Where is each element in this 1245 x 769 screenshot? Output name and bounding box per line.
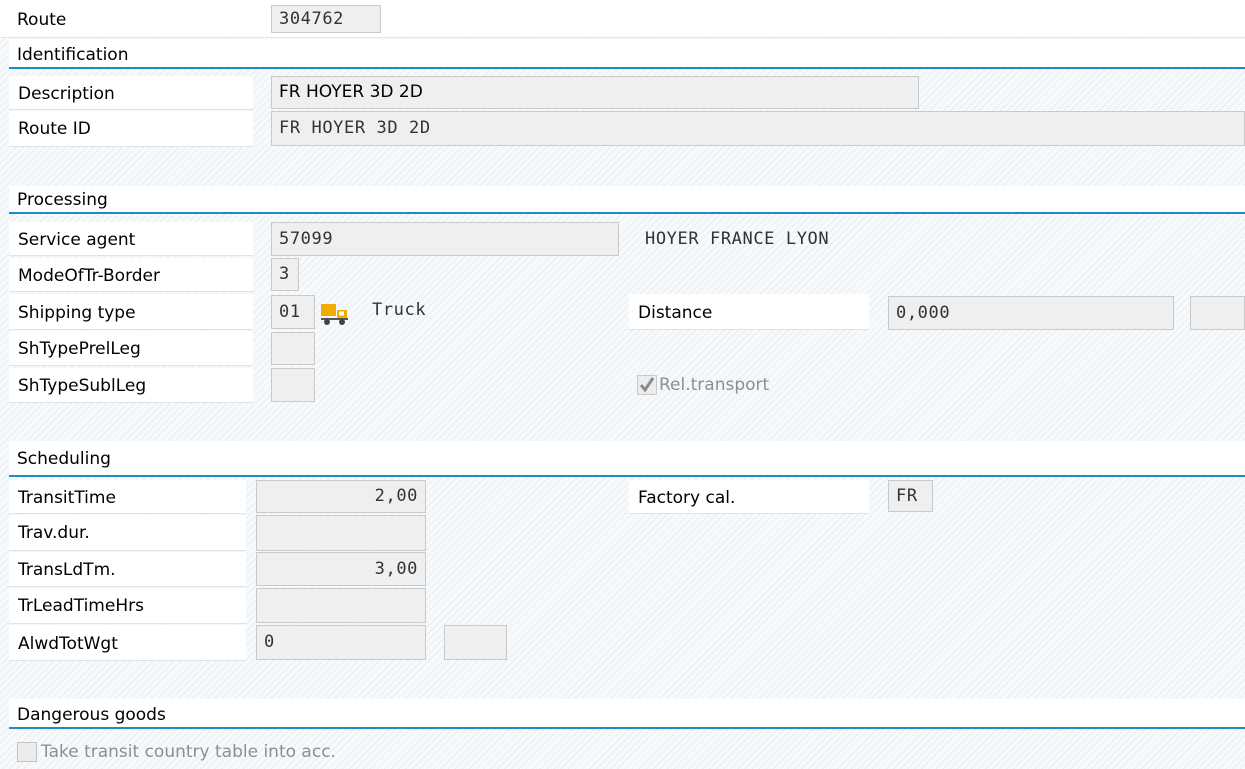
distance-field[interactable]: 0,000 [888, 296, 1174, 330]
truck-icon [320, 302, 350, 326]
service-agent-name: HOYER FRANCE LYON [645, 229, 830, 249]
processing-title-band [9, 186, 1245, 212]
description-label: Description [9, 76, 253, 110]
checkmark-icon [639, 377, 655, 393]
scheduling-title-band [9, 441, 1245, 475]
route-label: Route [17, 10, 67, 30]
dangerous-goods-title-band [9, 699, 1245, 727]
tr-lead-time-field[interactable] [256, 588, 426, 623]
transit-time-field[interactable]: 2,00 [256, 480, 426, 513]
trav-dur-label: Trav.dur. [9, 515, 246, 551]
sh-type-subl-label: ShTypeSublLeg [9, 368, 253, 403]
route-number-field[interactable]: 304762 [271, 5, 381, 33]
distance-unit-field[interactable] [1190, 296, 1245, 330]
tr-lead-time-label: TrLeadTimeHrs [9, 588, 246, 624]
mode-border-label: ModeOfTr-Border [9, 258, 253, 292]
factory-cal-field[interactable]: FR [888, 480, 933, 512]
service-agent-label: Service agent [9, 222, 253, 256]
route-id-field[interactable]: FR HOYER 3D 2D [271, 111, 1245, 146]
mode-border-field[interactable]: 3 [271, 258, 299, 291]
identification-title-band [9, 39, 1245, 67]
scheduling-divider [9, 475, 1245, 477]
transit-table-checkbox[interactable] [17, 742, 37, 762]
transit-time-label: TransitTime [9, 480, 246, 514]
sh-type-subl-field[interactable] [271, 368, 315, 402]
shipping-type-label: Shipping type [9, 294, 253, 330]
rel-transport-label: Rel.transport [659, 375, 770, 395]
processing-section-title: Processing [17, 190, 108, 210]
processing-divider [9, 212, 1245, 214]
trans-ld-tm-field[interactable]: 3,00 [256, 552, 426, 586]
shipping-type-field[interactable]: 01 [271, 295, 315, 329]
transit-table-label: Take transit country table into acc. [41, 742, 336, 762]
route-header-band [0, 0, 1245, 38]
sh-type-prel-field[interactable] [271, 332, 315, 365]
identification-divider [9, 67, 1245, 69]
dangerous-goods-section-title: Dangerous goods [17, 705, 166, 725]
sh-type-prel-label: ShTypePrelLeg [9, 331, 253, 366]
alwd-tot-wgt-field[interactable]: 0 [256, 625, 426, 660]
factory-cal-label: Factory cal. [629, 480, 869, 514]
scheduling-section-title: Scheduling [17, 449, 111, 469]
service-agent-field[interactable]: 57099 [271, 222, 619, 256]
shipping-type-text: Truck [372, 300, 427, 320]
identification-section-title: Identification [17, 45, 129, 65]
trav-dur-field[interactable] [256, 515, 426, 551]
alwd-tot-wgt-unit-field[interactable] [444, 625, 507, 660]
rel-transport-checkbox[interactable] [637, 375, 657, 395]
alwd-tot-wgt-label: AlwdTotWgt [9, 625, 246, 661]
dangerous-goods-divider [9, 727, 1245, 729]
distance-label: Distance [629, 294, 869, 330]
route-id-label: Route ID [9, 111, 253, 147]
description-field[interactable]: FR HOYER 3D 2D [271, 76, 919, 109]
trans-ld-tm-label: TransLdTm. [9, 552, 246, 587]
